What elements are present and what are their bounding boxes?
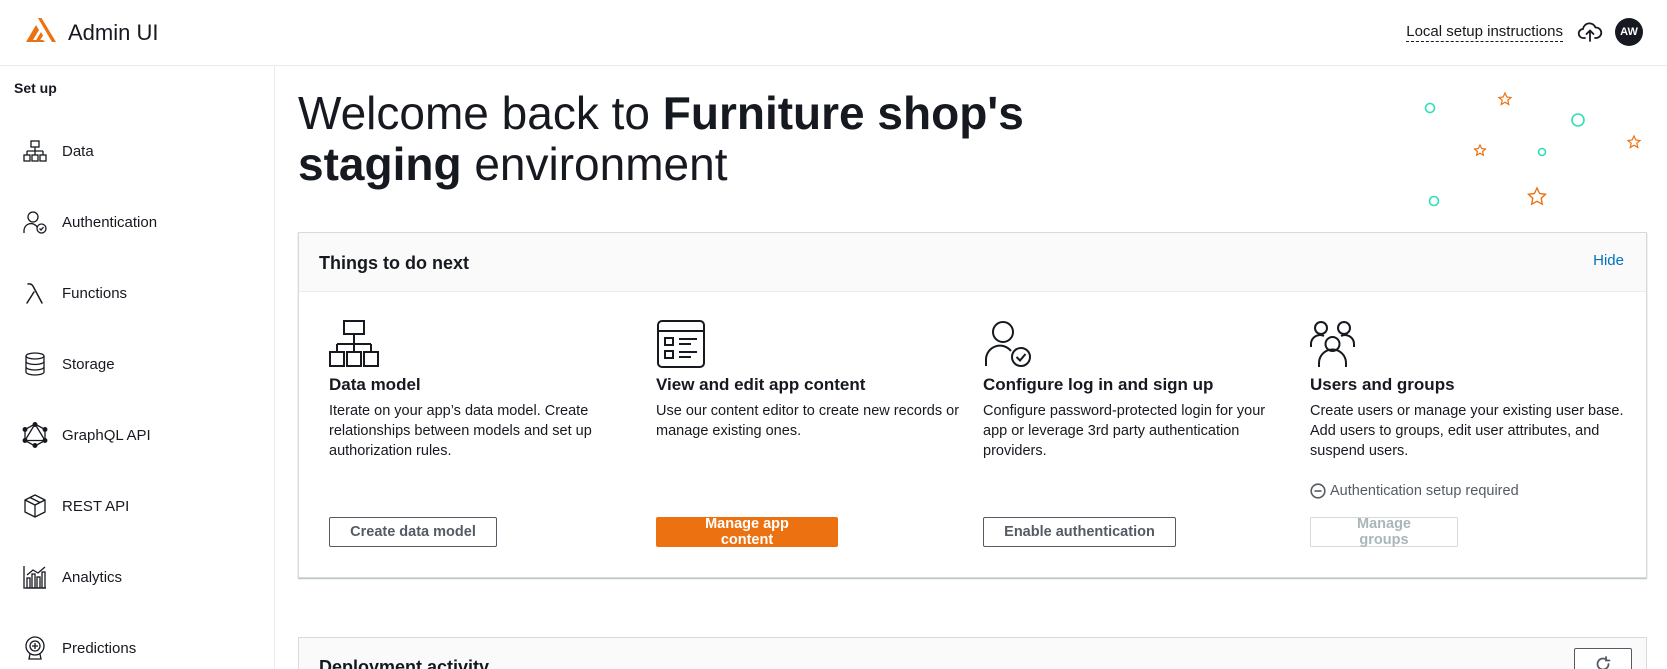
panel-header: Things to do next Hide [299, 233, 1646, 292]
brain-icon [22, 635, 48, 661]
sidebar: Set up Data Authentication Functions Sto… [0, 66, 275, 669]
enable-authentication-button[interactable]: Enable authentication [983, 517, 1176, 547]
sidebar-item-label: Storage [62, 355, 115, 373]
card-users-and-groups: Users and groups Create users or manage … [1310, 319, 1630, 461]
card-title: Data model [329, 375, 421, 394]
local-setup-instructions-link[interactable]: Local setup instructions [1406, 23, 1563, 42]
sidebar-item-label: Data [62, 142, 94, 160]
card-title: Configure log in and sign up [983, 375, 1214, 394]
data-model-icon [22, 138, 48, 164]
manage-groups-button[interactable]: Manage groups [1310, 516, 1458, 548]
sidebar-item-graphql-api[interactable]: GraphQL API [0, 411, 274, 459]
sidebar-item-label: Predictions [62, 639, 137, 657]
card-app-content: View and edit app content Use our conten… [656, 319, 966, 441]
user-avatar[interactable]: AW [1615, 18, 1643, 46]
sidebar-item-label: Analytics [62, 568, 123, 586]
data-model-icon [329, 319, 379, 369]
refresh-button[interactable] [1574, 648, 1632, 669]
sidebar-item-rest-api[interactable]: REST API [0, 482, 274, 530]
sidebar-item-label: GraphQL API [62, 426, 151, 444]
card-authentication: Configure log in and sign up Configure p… [983, 319, 1293, 461]
page-title: Welcome back to Furniture shop's staging … [298, 88, 1024, 190]
lambda-icon [22, 280, 48, 306]
sidebar-item-label: Authentication [62, 213, 158, 231]
sidebar-item-authentication[interactable]: Authentication [0, 198, 274, 246]
app-name: Furniture shop's [662, 87, 1024, 139]
panel-title: Deployment activity [319, 657, 490, 669]
sidebar-item-label: REST API [62, 497, 130, 515]
card-description: Use our content editor to create new rec… [656, 403, 960, 439]
brand[interactable]: Admin UI [24, 16, 158, 49]
sidebar-item-label: Functions [62, 284, 128, 302]
card-data-model: Data model Iterate on your app’s data mo… [329, 319, 639, 461]
sidebar-item-storage[interactable]: Storage [0, 340, 274, 388]
hide-link[interactable]: Hide [1593, 252, 1624, 269]
refresh-icon [1596, 656, 1611, 669]
environment-name: staging [298, 138, 462, 190]
card-title: Users and groups [1310, 375, 1455, 394]
users-group-icon [1310, 319, 1360, 369]
cube-icon [22, 493, 48, 519]
amplify-logo-icon [24, 16, 58, 49]
sidebar-item-data[interactable]: Data [0, 127, 274, 175]
welcome-prefix: Welcome back to [298, 87, 663, 139]
minus-circle-icon [1310, 483, 1326, 499]
user-check-icon [22, 209, 48, 235]
card-description: Configure password-protected login for y… [983, 403, 1266, 459]
card-description: Iterate on your app’s data model. Create… [329, 403, 592, 459]
card-description: Create users or manage your existing use… [1310, 403, 1624, 459]
confetti-decoration [1424, 91, 1642, 207]
bar-chart-icon [22, 564, 48, 590]
database-icon [22, 351, 48, 377]
deployment-activity-panel: Deployment activity [298, 637, 1647, 669]
graphql-icon [22, 422, 48, 448]
welcome-suffix: environment [461, 138, 728, 190]
manage-app-content-button[interactable]: Manage app content [656, 516, 838, 548]
create-data-model-button[interactable]: Create data model [329, 517, 497, 547]
app-title: Admin UI [68, 19, 159, 45]
user-check-icon [983, 319, 1033, 369]
sidebar-item-predictions[interactable]: Predictions [0, 624, 274, 669]
things-to-do-panel: Things to do next Hide Data model Iterat… [298, 232, 1647, 578]
top-navigation-bar: Admin UI Local setup instructions AW [0, 0, 1667, 66]
sidebar-item-analytics[interactable]: Analytics [0, 553, 274, 601]
authentication-required-note: Authentication setup required [1310, 483, 1519, 499]
card-title: View and edit app content [656, 375, 866, 394]
sidebar-heading: Set up [14, 80, 57, 96]
panel-title: Things to do next [319, 253, 469, 273]
content-editor-icon [656, 319, 706, 369]
sidebar-item-functions[interactable]: Functions [0, 269, 274, 317]
note-text: Authentication setup required [1330, 483, 1519, 499]
cloud-upload-icon[interactable] [1577, 19, 1603, 45]
